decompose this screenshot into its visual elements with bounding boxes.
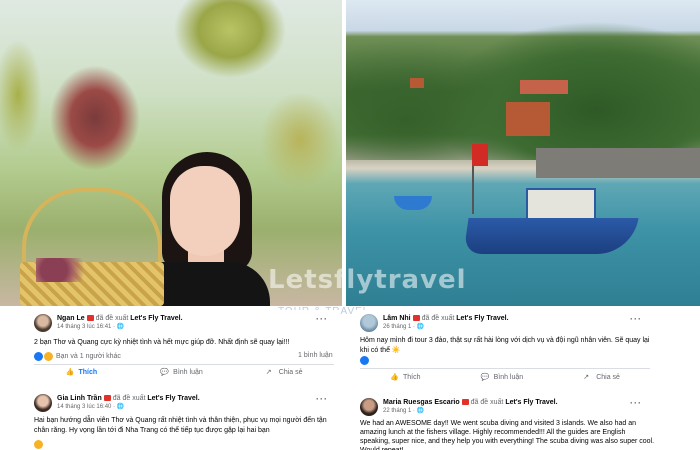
haha-reaction-icon — [44, 352, 53, 361]
comment-count[interactable]: 1 bình luận — [298, 352, 333, 359]
post-timestamp[interactable]: 14 tháng 3 lúc 16:41 · — [57, 324, 117, 330]
blue-fishing-boat — [463, 218, 639, 254]
comment-label: Bình luận — [173, 369, 203, 376]
sun-emoji-icon: ☀️ — [391, 347, 401, 354]
author-name[interactable]: Ngan Le — [57, 315, 85, 322]
author-name[interactable]: Gia Linh Trần — [57, 395, 102, 402]
post-header: Gia Linh Trần đã đề xuất Let's Fly Travel… — [34, 394, 200, 412]
like-button[interactable]: 👍 Thích — [390, 373, 421, 382]
island-harbor-photo — [346, 0, 700, 306]
avatar[interactable] — [34, 314, 52, 332]
review-card-lam-nhi: Lâm Nhi đã đề xuất Let's Fly Travel. 26 t… — [354, 310, 674, 388]
recommend-flag-icon — [103, 395, 111, 402]
page-link[interactable]: Let's Fly Travel. — [505, 399, 557, 406]
watermark-brand: Letsflytravel — [268, 265, 467, 295]
share-label: Chia sẻ — [278, 369, 303, 376]
recommend-text: đã đề xuất — [470, 399, 504, 406]
post-header: Maria Ruesgas Escario đã đề xuất Let's Fl… — [360, 398, 558, 416]
island-roof — [520, 80, 568, 94]
share-icon: ↗ — [265, 369, 272, 376]
avatar[interactable] — [34, 394, 52, 412]
post-body-text: Hôm nay mình đi tour 3 đảo, thật sự rất … — [360, 337, 650, 354]
more-options-button[interactable]: ··· — [630, 314, 642, 324]
author-name[interactable]: Maria Ruesgas Escario — [383, 399, 460, 406]
globe-icon: 🌐 — [416, 324, 425, 330]
more-options-button[interactable]: ··· — [316, 314, 328, 324]
comment-button[interactable]: 💬 Bình luận — [481, 373, 524, 382]
divider — [34, 364, 334, 365]
review-card-ngan-le: Ngan Le đã đề xuất Let's Fly Travel. 14 t… — [28, 310, 340, 382]
island-roof-small — [410, 78, 424, 88]
globe-icon: 🌐 — [116, 324, 125, 330]
like-label: Thích — [78, 369, 98, 376]
reaction-summary[interactable]: Bạn và 1 người khác — [34, 352, 121, 361]
page-link[interactable]: Let's Fly Travel. — [147, 395, 199, 402]
recommend-flag-icon — [86, 315, 94, 322]
reaction-summary[interactable] — [34, 440, 44, 449]
post-header: Lâm Nhi đã đề xuất Let's Fly Travel. 26 t… — [360, 314, 509, 332]
comment-button[interactable]: 💬 Bình luận — [160, 368, 203, 377]
post-timestamp[interactable]: 22 tháng 1 · — [383, 408, 417, 414]
avatar[interactable] — [360, 398, 378, 416]
recommend-text: đã đề xuất — [112, 395, 146, 402]
post-header: Ngan Le đã đề xuất Let's Fly Travel. 14 t… — [34, 314, 183, 332]
like-button[interactable]: 👍 Thích — [66, 368, 98, 377]
post-body: Hai bạn hướng dẫn viên Thơ và Quang rất … — [34, 417, 327, 434]
harbor-dock — [536, 148, 700, 178]
boat-cabin — [526, 188, 596, 220]
haha-reaction-icon — [34, 440, 43, 449]
thumbs-up-icon: 👍 — [65, 369, 75, 376]
share-button[interactable]: ↗ Chia sẻ — [583, 373, 620, 382]
thumbs-up-icon: 👍 — [390, 374, 399, 381]
like-reaction-icon — [360, 356, 369, 365]
more-options-button[interactable]: ··· — [316, 394, 328, 404]
vietnam-flag — [472, 144, 488, 166]
recommend-flag-icon — [412, 315, 420, 322]
like-reaction-icon — [34, 352, 43, 361]
post-body: 2 bạn Thơ và Quang cực kỳ nhiệt tình và … — [34, 339, 290, 346]
share-label: Chia sẻ — [596, 374, 620, 381]
share-icon: ↗ — [583, 374, 590, 381]
reaction-summary[interactable] — [360, 356, 370, 365]
grapes-in-basket — [36, 258, 96, 282]
recommend-text: đã đề xuất — [95, 315, 129, 322]
divider — [360, 368, 650, 369]
comment-icon: 💬 — [160, 369, 169, 376]
post-timestamp[interactable]: 26 tháng 1 · — [383, 324, 417, 330]
action-row: 👍 Thích 💬 Bình luận ↗ Chia sẻ — [34, 368, 334, 377]
small-boat — [394, 196, 432, 210]
share-button[interactable]: ↗ Chia sẻ — [266, 368, 303, 377]
avatar[interactable] — [360, 314, 378, 332]
action-row: 👍 Thích 💬 Bình luận ↗ Chia sẻ — [360, 373, 650, 382]
post-timestamp[interactable]: 14 tháng 3 lúc 16:40 · — [57, 404, 117, 410]
comment-label: Bình luận — [493, 374, 524, 381]
globe-icon: 🌐 — [416, 408, 425, 414]
grape-farm-photo — [0, 0, 342, 306]
recommend-flag-icon — [461, 399, 469, 406]
post-body: We had an AWESOME day!! We went scuba di… — [360, 420, 655, 450]
post-body: Hôm nay mình đi tour 3 đảo, thật sự rất … — [360, 336, 650, 356]
comment-icon: 💬 — [480, 374, 490, 381]
girl-face — [170, 166, 240, 256]
recommend-text: đã đề xuất — [421, 315, 455, 322]
reaction-text: Bạn và 1 người khác — [56, 353, 121, 360]
globe-icon: 🌐 — [116, 404, 125, 410]
author-name[interactable]: Lâm Nhi — [383, 315, 411, 322]
island-house — [506, 102, 550, 136]
like-label: Thích — [403, 374, 421, 381]
more-options-button[interactable]: ··· — [630, 398, 642, 408]
page-link[interactable]: Let's Fly Travel. — [456, 315, 508, 322]
review-card-gia-linh-tran: Gia Linh Trần đã đề xuất Let's Fly Travel… — [28, 390, 340, 450]
page-link[interactable]: Let's Fly Travel. — [130, 315, 182, 322]
review-card-maria-ruesgas: Maria Ruesgas Escario đã đề xuất Let's Fl… — [354, 394, 674, 450]
